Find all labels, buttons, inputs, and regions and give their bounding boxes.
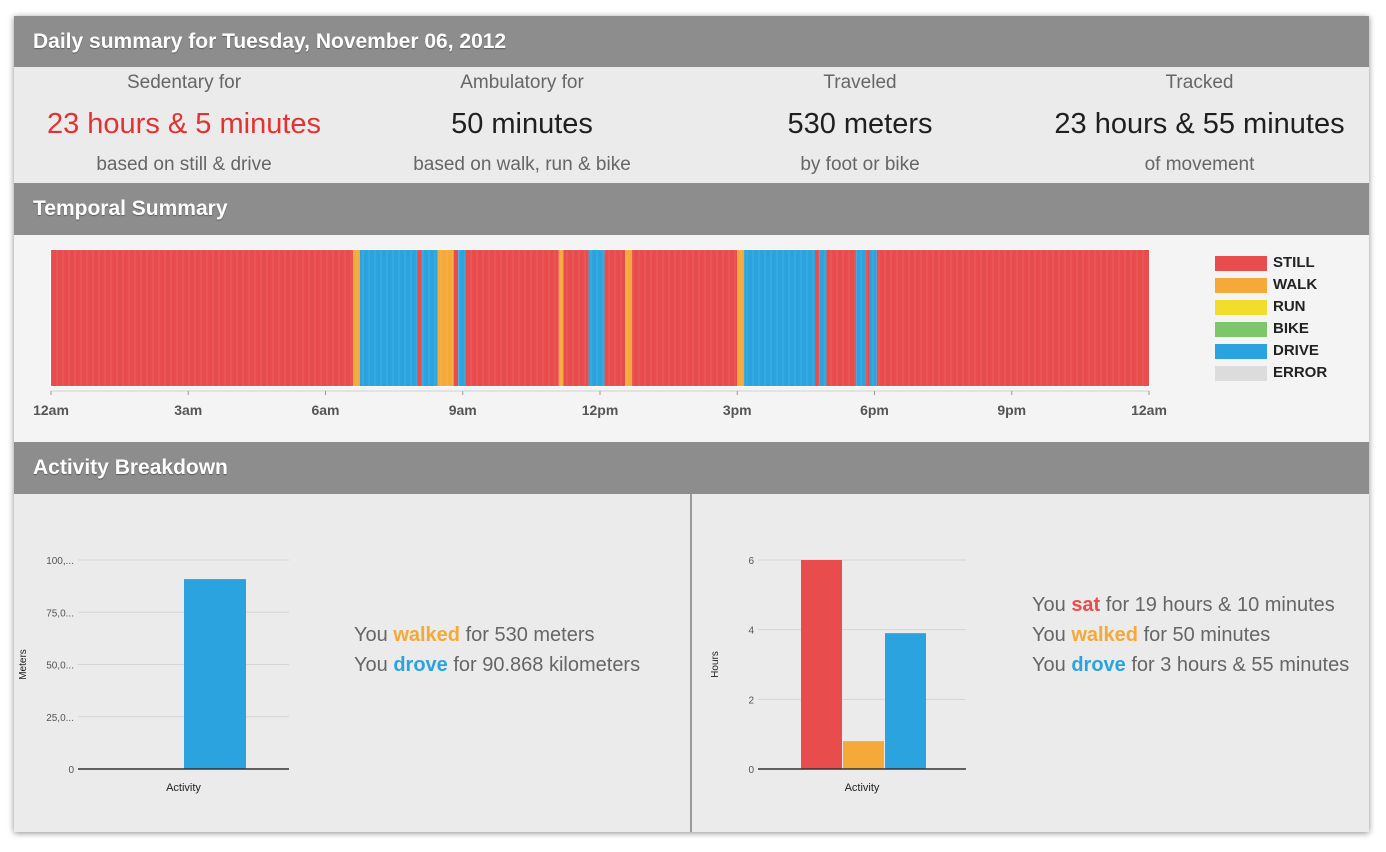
y-tick-label: 25,0... bbox=[46, 713, 74, 724]
timeline-segment-still bbox=[632, 250, 738, 386]
legend-swatch bbox=[1215, 300, 1267, 315]
timeline-tick-label: 6am bbox=[311, 402, 339, 418]
legend-label: STILL bbox=[1273, 254, 1315, 271]
legend-item-drive: DRIVE bbox=[1215, 341, 1365, 363]
y-tick-label: 4 bbox=[748, 626, 754, 637]
timeline-segment-walk bbox=[352, 250, 360, 386]
timeline-tick-label: 3am bbox=[174, 402, 202, 418]
timeline-tick-label: 12pm bbox=[582, 402, 619, 418]
temporal-summary-header: Temporal Summary bbox=[14, 183, 1369, 235]
timeline-tick-label: 9pm bbox=[997, 402, 1026, 418]
distance-bar-chart: 0 25,0... 50,0... 75,0... 100,... Activity Met… bbox=[18, 556, 289, 794]
y-axis-label: Hours bbox=[710, 651, 721, 678]
stat-subtitle: by foot or bike bbox=[800, 154, 920, 175]
sat-keyword: sat bbox=[1071, 594, 1101, 616]
duration-bar-chart: 0 2 4 6 Activity Hours bbox=[710, 556, 966, 794]
legend-item-still: STILL bbox=[1215, 253, 1365, 275]
timeline-segment-still bbox=[876, 250, 1149, 386]
legend-label: BIKE bbox=[1273, 320, 1309, 337]
stat-label: Traveled bbox=[823, 72, 897, 93]
timeline-segment-drive bbox=[744, 250, 816, 386]
legend-label: RUN bbox=[1273, 298, 1306, 315]
y-tick-label: 6 bbox=[748, 556, 754, 567]
walked-keyword: walked bbox=[1071, 624, 1139, 646]
drive-distance-line: You drove for 90.868 kilometers bbox=[354, 654, 641, 676]
legend-item-error: ERROR bbox=[1215, 363, 1365, 385]
timeline-tick-label: 3pm bbox=[723, 402, 752, 418]
y-tick-label: 100,... bbox=[46, 556, 74, 567]
daily-summary-card: Daily summary for Tuesday, November 06, … bbox=[14, 16, 1369, 832]
stat-value: 23 hours & 55 minutes bbox=[1054, 108, 1345, 140]
timeline-segment-drive bbox=[359, 250, 417, 386]
walked-keyword: walked bbox=[393, 624, 461, 646]
drive-duration-line: You drove for 3 hours & 55 minutes bbox=[1032, 654, 1350, 676]
stat-value: 23 hours & 5 minutes bbox=[46, 108, 322, 140]
legend-item-run: RUN bbox=[1215, 297, 1365, 319]
bar-walk bbox=[843, 741, 884, 769]
timeline-segment-still bbox=[453, 250, 459, 386]
drove-keyword: drove bbox=[1071, 654, 1126, 676]
stat-traveled: Traveled 530 meters by foot or bike bbox=[690, 67, 1030, 183]
stat-label: Ambulatory for bbox=[460, 72, 584, 93]
timeline-segment-walk bbox=[625, 250, 633, 386]
legend-label: ERROR bbox=[1273, 364, 1328, 381]
stat-value: 530 meters bbox=[787, 108, 933, 140]
y-tick-label: 2 bbox=[748, 695, 754, 706]
legend-swatch bbox=[1215, 256, 1267, 271]
stat-label: Sedentary for bbox=[126, 72, 242, 93]
legend-label: DRIVE bbox=[1273, 342, 1319, 359]
stat-sedentary: Sedentary for 23 hours & 5 minutes based… bbox=[14, 67, 354, 183]
walk-duration-line: You walked for 50 minutes bbox=[1032, 624, 1271, 646]
activity-breakdown-panel: 0 25,0... 50,0... 75,0... 100,... Activity Met… bbox=[14, 494, 1369, 832]
temporal-summary-panel: 12am 3am 6am 9am 12pm 3pm 6pm 9pm 12am STILL WAL… bbox=[14, 235, 1369, 442]
y-tick-label: 75,0... bbox=[46, 608, 74, 619]
timeline-tick-label: 12am bbox=[33, 402, 69, 418]
legend-item-walk: WALK bbox=[1215, 275, 1365, 297]
x-axis-label: Activity bbox=[166, 782, 201, 794]
bar-drive bbox=[885, 633, 926, 769]
timeline-segment-still bbox=[465, 250, 559, 386]
stat-value: 50 minutes bbox=[451, 108, 593, 140]
legend-swatch bbox=[1215, 344, 1267, 359]
y-tick-label: 0 bbox=[68, 765, 74, 776]
stats-row: Sedentary for 23 hours & 5 minutes based… bbox=[14, 67, 1369, 183]
x-axis-label: Activity bbox=[845, 782, 880, 794]
activity-timeline: 12am 3am 6am 9am 12pm 3pm 6pm 9pm 12am bbox=[33, 249, 1167, 418]
stat-tracked: Tracked 23 hours & 55 minutes of movemen… bbox=[1030, 67, 1369, 183]
bar-still bbox=[801, 560, 842, 769]
timeline-segment-still bbox=[865, 250, 870, 386]
drove-keyword: drove bbox=[393, 654, 448, 676]
walk-distance-line: You walked for 530 meters bbox=[354, 624, 595, 646]
legend-swatch bbox=[1215, 366, 1267, 381]
breakdown-divider bbox=[690, 494, 692, 832]
timeline-tick-label: 9am bbox=[449, 402, 477, 418]
sit-duration-line: You sat for 19 hours & 10 minutes bbox=[1032, 594, 1335, 616]
activity-breakdown-header: Activity Breakdown bbox=[14, 442, 1369, 494]
y-tick-label: 50,0... bbox=[46, 661, 74, 672]
bar-drive bbox=[184, 579, 246, 769]
timeline-tick-label: 6pm bbox=[860, 402, 889, 418]
stat-label: Tracked bbox=[1165, 72, 1234, 93]
legend-swatch bbox=[1215, 322, 1267, 337]
timeline-tick-label: 12am bbox=[1131, 402, 1167, 418]
legend-label: WALK bbox=[1273, 276, 1318, 293]
legend-item-bike: BIKE bbox=[1215, 319, 1365, 341]
timeline-segment-still bbox=[417, 250, 422, 386]
stat-subtitle: of movement bbox=[1144, 154, 1255, 175]
y-axis-label: Meters bbox=[18, 649, 29, 680]
stat-subtitle: based on still & drive bbox=[96, 154, 272, 175]
duration-summary-text: You sat for 19 hours & 10 minutes You wa… bbox=[1032, 590, 1352, 680]
y-tick-label: 0 bbox=[748, 765, 754, 776]
distance-summary-text: You walked for 530 meters You drove for … bbox=[354, 620, 674, 680]
stat-subtitle: based on walk, run & bike bbox=[413, 154, 631, 175]
legend-swatch bbox=[1215, 278, 1267, 293]
daily-summary-header: Daily summary for Tuesday, November 06, … bbox=[14, 16, 1369, 67]
timeline-segment-walk bbox=[437, 250, 454, 386]
stat-ambulatory: Ambulatory for 50 minutes based on walk,… bbox=[354, 67, 690, 183]
timeline-legend: STILL WALK RUN BIKE DRIVE ERROR bbox=[1215, 253, 1365, 385]
timeline-segment-still bbox=[51, 250, 353, 386]
